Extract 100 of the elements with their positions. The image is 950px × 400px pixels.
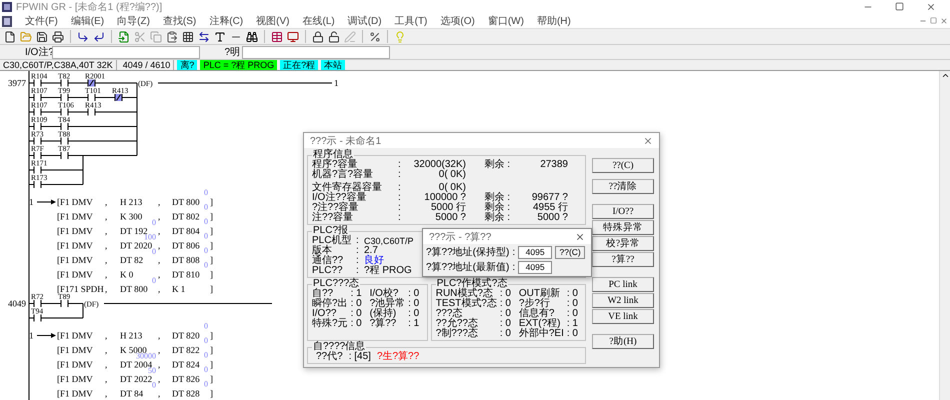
dialog-button[interactable]: ??清除 bbox=[592, 179, 654, 194]
status-label: 信息有? bbox=[518, 309, 554, 319]
table-icon[interactable] bbox=[271, 30, 283, 42]
step-in-icon[interactable] bbox=[77, 30, 89, 42]
menu-item[interactable]: 在线(L) bbox=[302, 14, 335, 28]
close-icon[interactable] bbox=[575, 232, 585, 242]
menu-item[interactable]: 查找(S) bbox=[162, 14, 196, 28]
group-title: PLC?作模式?态 bbox=[436, 279, 508, 289]
menu-item[interactable]: 编辑(E) bbox=[70, 14, 104, 28]
status-value: : 0 bbox=[500, 299, 512, 309]
monitor-value: 0 bbox=[152, 247, 156, 256]
menu-item[interactable]: 窗口(W) bbox=[488, 14, 524, 28]
instruction-text: [F171 SPDH bbox=[57, 284, 104, 294]
separator: : bbox=[398, 213, 402, 223]
separator: : bbox=[356, 236, 360, 246]
info-value: 良好 bbox=[364, 256, 385, 266]
separator: , bbox=[105, 226, 108, 236]
monitor-value: 0 bbox=[204, 232, 208, 240]
input-field[interactable] bbox=[242, 46, 390, 58]
status-segment: C30,C60T/P,C38A,40T 32K bbox=[0, 60, 117, 70]
menu-item[interactable]: 帮助(H) bbox=[536, 14, 571, 28]
bracket: ] bbox=[210, 270, 213, 280]
group-title: PLC?报 bbox=[312, 226, 348, 236]
status-label: 特殊?元 bbox=[312, 319, 348, 329]
separator: : bbox=[512, 246, 516, 258]
instruction-text: [F1 DMV bbox=[57, 270, 93, 280]
bracket: ] bbox=[210, 240, 213, 250]
binoculars-icon[interactable] bbox=[246, 30, 258, 42]
menu-item[interactable]: 视图(V) bbox=[256, 14, 290, 28]
separator: , bbox=[105, 270, 108, 280]
save-icon[interactable] bbox=[36, 30, 48, 42]
operand-text: DT 828 bbox=[172, 388, 200, 398]
grid-icon[interactable] bbox=[182, 30, 194, 42]
printer-icon[interactable] bbox=[52, 30, 64, 42]
close-icon[interactable] bbox=[643, 136, 653, 146]
info-label: 剩余 : bbox=[483, 213, 510, 223]
window-title: FPWIN GR - [未命名1 (程?编??)] bbox=[16, 0, 164, 14]
status-value: : 1 bbox=[566, 319, 579, 329]
bracket: ] bbox=[210, 330, 213, 340]
swap-icon[interactable] bbox=[198, 30, 210, 42]
dialog-button[interactable]: I/O?? bbox=[592, 204, 654, 219]
restore-icon[interactable] bbox=[930, 17, 937, 24]
contact-symbol bbox=[34, 166, 42, 174]
dialog-button[interactable]: VE link bbox=[592, 309, 654, 324]
lock-icon[interactable] bbox=[312, 30, 324, 42]
status-label: ?制???态 bbox=[436, 329, 479, 339]
scrollbar[interactable] bbox=[939, 71, 950, 400]
separator: : bbox=[398, 203, 402, 213]
info-label: 文件寄存器容量 bbox=[312, 183, 383, 193]
info-value: 5000 ? bbox=[536, 213, 568, 223]
text-icon[interactable] bbox=[214, 30, 226, 42]
status-value: : 0 bbox=[566, 329, 579, 339]
close-icon[interactable] bbox=[940, 17, 948, 25]
dialog-button[interactable]: PC link bbox=[592, 277, 654, 292]
menu-item[interactable]: 向导(Z) bbox=[117, 14, 150, 28]
menu-item[interactable]: 注释(C) bbox=[209, 14, 244, 28]
maximize-icon[interactable] bbox=[895, 2, 904, 11]
status-value: : 0 bbox=[350, 309, 363, 319]
monitor-icon[interactable] bbox=[287, 30, 299, 42]
dialog-button[interactable]: ?算?? bbox=[592, 252, 654, 267]
separator: : bbox=[356, 246, 360, 256]
file-icon[interactable] bbox=[4, 30, 16, 42]
menu-item[interactable]: 调试(D) bbox=[348, 14, 382, 28]
paste-icon[interactable] bbox=[166, 30, 178, 42]
status-label: ??允??态 bbox=[436, 319, 479, 329]
separator: : bbox=[356, 266, 360, 276]
unlock-icon[interactable] bbox=[328, 30, 340, 42]
operand-text: DT 822 bbox=[172, 345, 200, 355]
separator: , bbox=[105, 255, 108, 265]
dialog-button[interactable]: 校?异常 bbox=[592, 236, 654, 251]
scroll-up-icon[interactable] bbox=[940, 71, 950, 80]
separator: , bbox=[105, 212, 108, 222]
dialog-button[interactable]: ??(C) bbox=[592, 158, 654, 173]
status-value: : 0 bbox=[408, 299, 420, 309]
status-label: 瞬停?出 bbox=[312, 299, 348, 309]
close-icon[interactable] bbox=[926, 2, 936, 12]
clear-button[interactable]: ??(C) bbox=[555, 246, 586, 258]
info-label: 剩余 : bbox=[483, 203, 510, 213]
status-value: : 0 bbox=[566, 289, 579, 299]
menu-item[interactable]: 工具(T) bbox=[394, 14, 428, 28]
dialog-button[interactable]: 特殊异常 bbox=[592, 220, 654, 235]
import-icon[interactable] bbox=[118, 30, 130, 42]
step-out-icon[interactable] bbox=[93, 30, 105, 42]
bracket: ] bbox=[210, 374, 213, 384]
branch-marker: 1 bbox=[29, 330, 34, 340]
instruction-text: [F1 DMV bbox=[57, 226, 93, 236]
menu-item[interactable]: 文件(F) bbox=[25, 14, 58, 28]
dialog-button[interactable]: ?助(H) bbox=[592, 334, 654, 349]
value-field: 4095 bbox=[518, 260, 552, 274]
dialog-button[interactable]: W2 link bbox=[592, 293, 654, 308]
percent-icon[interactable] bbox=[369, 30, 381, 42]
separator: , bbox=[105, 330, 108, 340]
bracket: ] bbox=[210, 388, 213, 398]
input-field[interactable] bbox=[52, 46, 200, 58]
menu-item[interactable]: 选项(O) bbox=[440, 14, 475, 28]
monitor-value: 0 bbox=[204, 246, 208, 255]
contact-symbol bbox=[34, 108, 42, 116]
separator: , bbox=[105, 240, 108, 250]
operand-text: DT 808 bbox=[172, 255, 200, 265]
operand-text: DT 800 bbox=[172, 197, 200, 207]
